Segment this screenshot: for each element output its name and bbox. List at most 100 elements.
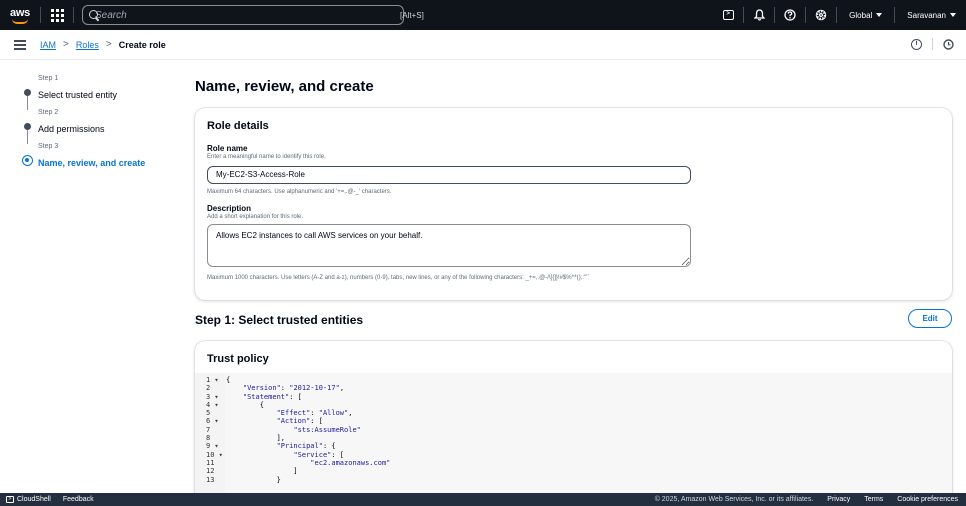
wizard-step-2[interactable]: Step 2 Add permissions — [22, 109, 172, 144]
settings-button[interactable] — [808, 0, 834, 30]
step-name: Select trusted entity — [38, 90, 118, 100]
line-number: 10 ▾ — [206, 450, 223, 459]
wizard-step-1[interactable]: Step 1 Select trusted entity — [22, 75, 172, 110]
chevron-right-icon: > — [63, 39, 69, 50]
step-connector — [27, 96, 28, 110]
code-line: { — [226, 400, 264, 409]
step-name: Name, review, and create — [38, 158, 146, 168]
page-title: Name, review, and create — [195, 78, 374, 95]
region-selector[interactable]: Global — [839, 11, 892, 20]
grid-icon — [50, 8, 64, 22]
description-textarea[interactable]: Allows EC2 instances to call AWS service… — [207, 223, 691, 267]
line-number: 5 — [206, 409, 211, 418]
breadcrumb-roles[interactable]: Roles — [76, 40, 99, 50]
role-name-input[interactable] — [207, 165, 691, 184]
divider — [836, 7, 838, 23]
line-number: 6 ▾ — [206, 417, 219, 426]
description-constraint: Maximum 1000 characters. Use letters (A-… — [207, 274, 590, 281]
search-shortcut-hint: [Alt+S] — [400, 10, 424, 20]
gear-icon — [815, 9, 827, 21]
code-line: "Service": [ — [293, 450, 345, 459]
role-details-header: Role details — [207, 120, 269, 132]
services-menu-button[interactable] — [41, 0, 73, 30]
step-connector — [27, 130, 28, 144]
step1-title: Step 1: Select trusted entities — [195, 313, 364, 327]
code-line: "Action": [ — [276, 417, 323, 426]
code-line: "ec2.amazonaws.com" — [310, 458, 391, 467]
code-line: { — [226, 376, 231, 384]
help-button[interactable] — [777, 0, 803, 30]
edit-step1-button[interactable]: Edit — [908, 309, 952, 328]
cookie-preferences-link[interactable]: Cookie preferences — [897, 496, 958, 503]
aws-logo-text: aws — [10, 7, 30, 19]
code-line: ] — [226, 467, 298, 476]
role-name-constraint: Maximum 64 characters. Use alphanumeric … — [207, 188, 392, 195]
notifications-button[interactable] — [746, 0, 772, 30]
region-label: Global — [849, 10, 873, 20]
code-line: "sts:AssumeRole" — [293, 425, 361, 434]
info-icon[interactable]: i — [911, 38, 922, 50]
line-number: 4 ▾ — [206, 400, 219, 409]
footer-cloudshell-link[interactable]: CloudShell — [17, 496, 51, 503]
line-number: 11 — [206, 458, 215, 467]
aws-logo-smile — [12, 19, 28, 24]
search-box[interactable]: [Alt+S] — [82, 5, 424, 25]
chevron-right-icon: > — [105, 39, 112, 50]
breadcrumb-current: Create role — [118, 39, 166, 50]
caret-down-icon — [950, 13, 956, 17]
description-description: Add a short explanation for this role. — [207, 213, 304, 220]
search-input[interactable] — [95, 9, 229, 21]
description-label: Description — [207, 203, 252, 213]
code-line: } — [226, 475, 281, 484]
line-number: 13 — [206, 475, 215, 484]
step-number: Step 1 — [38, 75, 59, 82]
cloudshell-icon: > — [722, 10, 734, 20]
code-line: "Effect": "Allow", — [276, 409, 353, 418]
help-icon — [784, 9, 796, 21]
divider — [932, 38, 933, 50]
trust-policy-header: Trust policy — [207, 353, 269, 365]
bell-icon — [753, 9, 765, 21]
role-name-description: Enter a meaningful name to identify this… — [207, 154, 326, 160]
terms-link[interactable]: Terms — [864, 496, 883, 503]
line-number: 12 — [206, 467, 215, 476]
wizard-steps: Step 1 Select trusted entity Step 2 Add … — [22, 75, 172, 177]
code-content[interactable]: { "Version": "2012-10-17", "Statement": … — [225, 373, 952, 501]
step-complete-icon — [24, 89, 31, 96]
clock-icon[interactable] — [943, 38, 954, 50]
breadcrumb-bar: IAM > Roles > Create role i — [0, 30, 966, 60]
user-label: Saravanan — [907, 10, 946, 20]
code-line: ], — [226, 434, 286, 443]
account-menu[interactable]: Saravanan — [897, 11, 966, 20]
step1-section-header: Step 1: Select trusted entities Edit — [195, 309, 952, 341]
divider — [743, 7, 745, 23]
role-details-form: Role name Enter a meaningful name to ide… — [195, 144, 952, 281]
cloudshell-button[interactable]: > — [715, 0, 741, 30]
step-name: Add permissions — [38, 124, 105, 134]
breadcrumb-iam[interactable]: IAM — [40, 40, 56, 50]
step-complete-icon — [24, 123, 31, 130]
menu-icon[interactable] — [14, 39, 26, 50]
aws-logo[interactable]: aws — [0, 0, 40, 30]
role-name-label: Role name — [207, 144, 248, 153]
divider — [894, 7, 896, 23]
wizard-step-3: Step 3 Name, review, and create — [22, 143, 172, 177]
step-active-icon — [22, 155, 33, 166]
cloudshell-icon: > — [6, 496, 14, 503]
copyright-text: © 2025, Amazon Web Services, Inc. or its… — [654, 496, 814, 503]
page-tools: i — [911, 38, 954, 50]
trust-policy-card: Trust policy 1 ▾ 2 3 ▾ 4 ▾ 5 6 ▾ 7 8 9 ▾ 10 ▾ 11 12… — [195, 341, 952, 501]
line-number: 3 ▾ — [206, 392, 219, 401]
code-line: "Statement": [ — [242, 392, 302, 401]
caret-down-icon — [876, 13, 883, 17]
privacy-link[interactable]: Privacy — [827, 496, 850, 503]
footer-right: © 2025, Amazon Web Services, Inc. or its… — [655, 496, 966, 503]
divider — [73, 7, 74, 23]
main-content: Name, review, and create Role details Ro… — [195, 78, 952, 501]
line-number: 8 — [206, 434, 211, 443]
step-number: Step 3 — [38, 143, 59, 150]
footer-feedback-link[interactable]: Feedback — [63, 496, 94, 503]
trust-policy-editor[interactable]: 1 ▾ 2 3 ▾ 4 ▾ 5 6 ▾ 7 8 9 ▾ 10 ▾ 11 12 13 { "Version… — [195, 373, 952, 501]
top-right-controls: > Global Saravanan — [715, 0, 966, 30]
line-number: 2 — [206, 384, 211, 393]
